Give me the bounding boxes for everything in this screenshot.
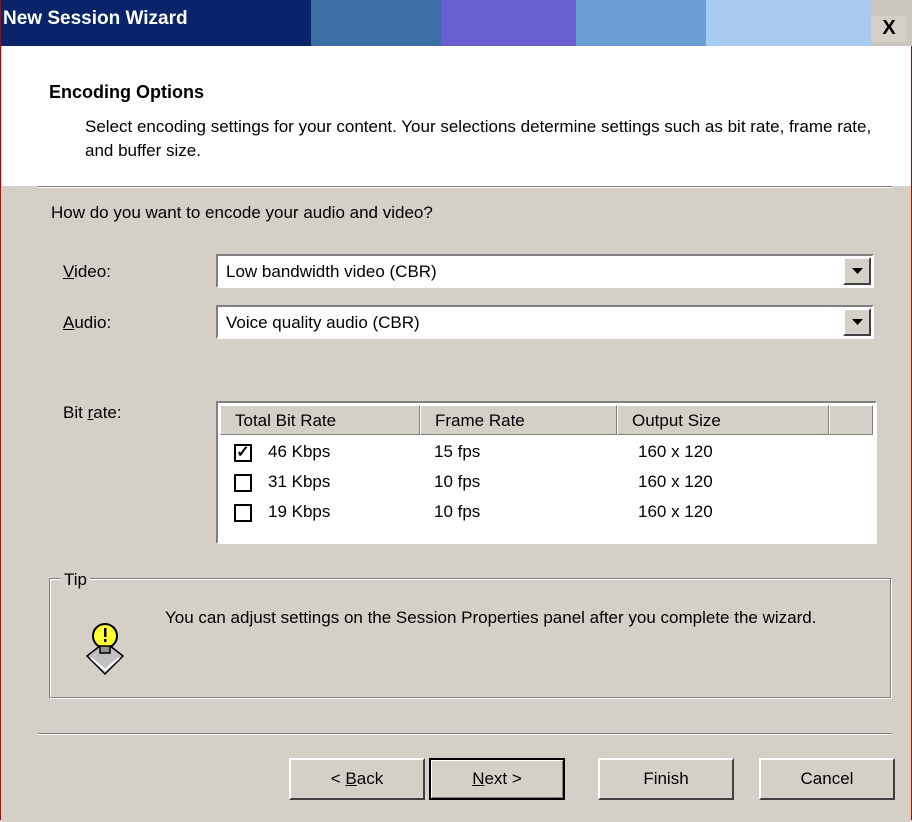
checkbox[interactable] (234, 504, 252, 522)
video-dropdown-arrow[interactable] (843, 257, 871, 285)
column-header-empty (829, 405, 873, 435)
bitrate-label: Bit rate: (63, 403, 122, 422)
cancel-button[interactable]: Cancel (759, 758, 895, 800)
wizard-window: New Session Wizard X Encoding Options Se… (0, 0, 912, 820)
header-divider (38, 186, 892, 188)
finish-button[interactable]: Finish (598, 758, 734, 800)
close-button[interactable]: X (871, 16, 907, 42)
tip-legend: Tip (61, 570, 90, 590)
bitrate-list[interactable]: Total Bit Rate Frame Rate Output Size ✓ … (216, 401, 877, 544)
chevron-down-icon (851, 267, 863, 274)
checkbox[interactable] (234, 474, 252, 492)
checkbox-checked[interactable]: ✓ (234, 444, 252, 462)
column-header-output-size[interactable]: Output Size (617, 405, 829, 435)
row-bitrate: 31 Kbps (268, 472, 331, 491)
audio-dropdown-arrow[interactable] (843, 308, 871, 336)
audio-dropdown-value: Voice quality audio (CBR) (226, 313, 420, 332)
tip-group (49, 578, 891, 698)
row-output-size: 160 x 120 (638, 442, 713, 461)
back-button[interactable]: < Back (289, 758, 425, 800)
column-header-frame-rate[interactable]: Frame Rate (420, 405, 617, 435)
row-frame-rate: 15 fps (434, 442, 481, 461)
row-frame-rate: 10 fps (434, 472, 481, 491)
video-dropdown-value: Low bandwidth video (CBR) (226, 262, 437, 281)
list-item[interactable]: 31 Kbps 10 fps 160 x 120 (230, 468, 870, 498)
close-icon: X (882, 17, 896, 39)
page-title: Encoding Options (49, 82, 204, 102)
column-header-total-bit-rate[interactable]: Total Bit Rate (220, 405, 420, 435)
row-bitrate: 19 Kbps (268, 502, 331, 521)
row-output-size: 160 x 120 (638, 472, 713, 491)
list-item[interactable]: ✓ 46 Kbps 15 fps 160 x 120 (230, 438, 870, 468)
row-bitrate: 46 Kbps (268, 442, 331, 461)
row-output-size: 160 x 120 (638, 502, 713, 521)
video-dropdown[interactable]: Low bandwidth video (CBR) (216, 254, 874, 288)
lightbulb-icon (79, 620, 131, 676)
encode-question: How do you want to encode your audio and… (51, 203, 433, 222)
list-item[interactable]: 19 Kbps 10 fps 160 x 120 (230, 498, 870, 528)
audio-label: Audio: (63, 313, 112, 332)
next-button[interactable]: Next > (429, 758, 565, 800)
footer-divider (38, 733, 892, 735)
video-label: Video: (63, 262, 111, 281)
chevron-down-icon (851, 318, 863, 325)
audio-dropdown[interactable]: Voice quality audio (CBR) (216, 305, 874, 339)
row-frame-rate: 10 fps (434, 502, 481, 521)
tip-text: You can adjust settings on the Session P… (165, 608, 817, 627)
page-description: Select encoding settings for your conten… (85, 117, 872, 160)
title-bar[interactable]: New Session Wizard X (1, 0, 912, 46)
window-title: New Session Wizard (3, 8, 188, 29)
